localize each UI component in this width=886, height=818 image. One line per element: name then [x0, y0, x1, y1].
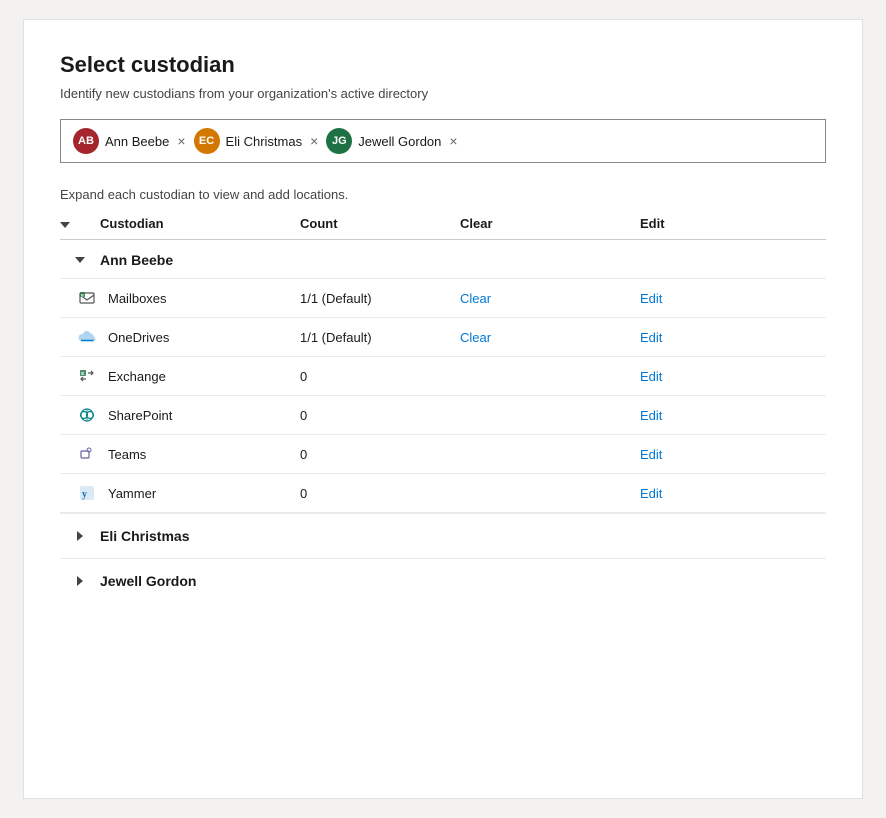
custodian-name-eli-christmas: Eli Christmas — [100, 528, 826, 544]
mailboxes-clear-button[interactable]: Clear — [460, 291, 640, 306]
header-edit: Edit — [640, 216, 740, 231]
exchange-icon-cell: E — [60, 367, 100, 385]
onedrives-icon-cell — [60, 328, 100, 346]
custodian-row-ann-beebe: Ann Beebe — [60, 240, 826, 278]
sharepoint-count: 0 — [300, 408, 460, 423]
svg-text:y: y — [82, 489, 87, 500]
teams-name: Teams — [100, 447, 300, 462]
tag-name-eli-christmas: Eli Christmas — [226, 134, 303, 149]
avatar-eli-christmas: EC — [194, 128, 220, 154]
exchange-name: Exchange — [100, 369, 300, 384]
sharepoint-icon-cell — [60, 406, 100, 424]
teams-count: 0 — [300, 447, 460, 462]
custodian-name-jewell-gordon: Jewell Gordon — [100, 573, 826, 589]
tag-ann-beebe: AB Ann Beebe × — [73, 128, 188, 154]
mailboxes-edit-button[interactable]: Edit — [640, 291, 740, 306]
header-count: Count — [300, 216, 460, 231]
chevron-right-jewell-gordon — [77, 576, 83, 586]
tag-jewell-gordon: JG Jewell Gordon × — [326, 128, 459, 154]
location-row-yammer: y Yammer 0 Edit — [60, 473, 826, 512]
yammer-icon: y — [78, 484, 96, 502]
tag-name-jewell-gordon: Jewell Gordon — [358, 134, 441, 149]
tag-name-ann-beebe: Ann Beebe — [105, 134, 169, 149]
exchange-icon: E — [78, 367, 96, 385]
custodian-group-ann-beebe: Ann Beebe E Mailboxes 1/1 (Default) Clea… — [60, 240, 826, 513]
onedrives-count: 1/1 (Default) — [300, 330, 460, 345]
onedrives-clear-button[interactable]: Clear — [460, 330, 640, 345]
tag-close-jewell-gordon[interactable]: × — [447, 133, 459, 149]
sharepoint-icon — [78, 406, 96, 424]
mailboxes-name: Mailboxes — [100, 291, 300, 306]
svg-text:E: E — [81, 371, 84, 376]
exchange-count: 0 — [300, 369, 460, 384]
teams-edit-button[interactable]: Edit — [640, 447, 740, 462]
teams-icon-cell — [60, 445, 100, 463]
mailboxes-icon-cell: E — [60, 289, 100, 307]
select-custodian-panel: Select custodian Identify new custodians… — [23, 19, 863, 799]
header-custodian: Custodian — [100, 216, 300, 231]
location-row-onedrives: OneDrives 1/1 (Default) Clear Edit — [60, 317, 826, 356]
tag-eli-christmas: EC Eli Christmas × — [194, 128, 321, 154]
mailboxes-count: 1/1 (Default) — [300, 291, 460, 306]
sharepoint-edit-button[interactable]: Edit — [640, 408, 740, 423]
location-row-teams: Teams 0 Edit — [60, 434, 826, 473]
avatar-ann-beebe: AB — [73, 128, 99, 154]
page-subtitle: Identify new custodians from your organi… — [60, 86, 826, 101]
sharepoint-name: SharePoint — [100, 408, 300, 423]
custodian-name-ann-beebe: Ann Beebe — [100, 252, 300, 268]
expand-jewell-gordon[interactable] — [60, 576, 100, 586]
custodian-row-jewell-gordon: Jewell Gordon — [60, 558, 826, 603]
header-clear: Clear — [460, 216, 640, 231]
table-header: Custodian Count Clear Edit — [60, 216, 826, 240]
custodian-row-eli-christmas: Eli Christmas — [60, 513, 826, 558]
tag-close-eli-christmas[interactable]: × — [308, 133, 320, 149]
onedrive-icon — [78, 328, 96, 346]
page-title: Select custodian — [60, 52, 826, 78]
expand-label: Expand each custodian to view and add lo… — [60, 187, 826, 202]
avatar-jewell-gordon: JG — [326, 128, 352, 154]
header-expand — [60, 216, 100, 231]
mailboxes-icon: E — [78, 289, 96, 307]
yammer-edit-button[interactable]: Edit — [640, 486, 740, 501]
collapse-all-icon[interactable] — [60, 222, 70, 228]
svg-text:E: E — [81, 293, 84, 298]
yammer-name: Yammer — [100, 486, 300, 501]
location-row-exchange: E Exchange 0 Edit — [60, 356, 826, 395]
chevron-right-eli-christmas — [77, 531, 83, 541]
tag-close-ann-beebe[interactable]: × — [175, 133, 187, 149]
expand-eli-christmas[interactable] — [60, 531, 100, 541]
yammer-count: 0 — [300, 486, 460, 501]
chevron-down-ann-beebe — [75, 257, 85, 263]
onedrives-edit-button[interactable]: Edit — [640, 330, 740, 345]
location-row-mailboxes: E Mailboxes 1/1 (Default) Clear Edit — [60, 278, 826, 317]
expand-ann-beebe[interactable] — [60, 257, 100, 263]
exchange-edit-button[interactable]: Edit — [640, 369, 740, 384]
yammer-icon-cell: y — [60, 484, 100, 502]
custodian-tag-input[interactable]: AB Ann Beebe × EC Eli Christmas × JG Jew… — [60, 119, 826, 163]
teams-icon — [78, 445, 96, 463]
onedrives-name: OneDrives — [100, 330, 300, 345]
location-row-sharepoint: SharePoint 0 Edit — [60, 395, 826, 434]
